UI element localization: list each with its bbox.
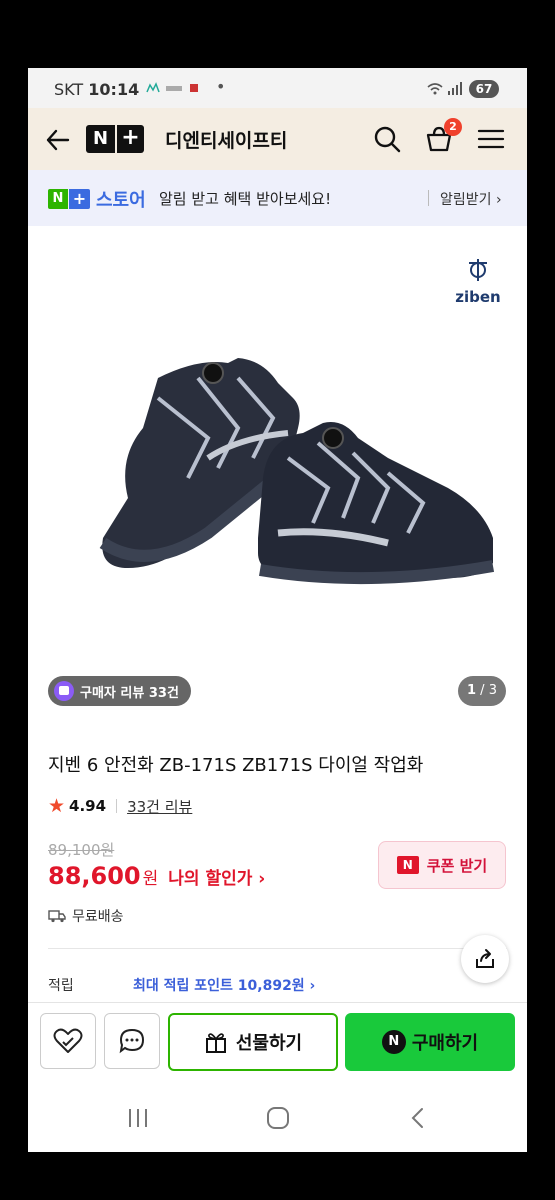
page-separator: /: [476, 683, 489, 698]
nplus-store-logo: N +: [48, 189, 90, 209]
back-button[interactable]: [44, 126, 72, 154]
rating-separator: [116, 799, 118, 813]
coupon-label: 쿠폰 받기: [426, 856, 488, 875]
heart-icon: [53, 1028, 83, 1053]
truck-icon: [48, 910, 66, 923]
sale-price-row: 88,600 원 나의 할인가 ›: [48, 862, 265, 890]
notify-subscribe-link[interactable]: 알림받기 ›: [440, 189, 502, 209]
chevron-left-icon: [411, 1108, 423, 1128]
review-count-link[interactable]: 33건 리뷰: [127, 796, 192, 817]
purchase-action-bar: 선물하기 N 구매하기: [28, 1002, 527, 1083]
recent-apps-button[interactable]: [118, 1104, 158, 1132]
wifi-signal-icon: [427, 82, 462, 95]
product-title: 지벤 6 안전화 ZB-171S ZB171S 다이얼 작업화: [48, 755, 424, 776]
back-arrow-icon: [46, 129, 70, 151]
np-logo-plus: +: [69, 189, 90, 209]
status-bar: SKT 10:14 • 67: [28, 68, 527, 108]
review-chip-label: 구매자 리뷰 33건: [80, 685, 179, 701]
brand-mark-icon: [453, 258, 503, 288]
menu-icon: [477, 129, 505, 149]
delivery-info: 무료배송: [48, 906, 124, 926]
star-icon: ★: [48, 795, 66, 817]
store-header: N + 디엔티세이프티 2: [28, 108, 527, 170]
system-nav-bar: [28, 1084, 527, 1152]
wishlist-button[interactable]: [40, 1013, 96, 1069]
np-store-label: 스토어: [96, 190, 146, 211]
share-icon: [476, 949, 494, 968]
phone-screen: SKT 10:14 • 67 N + 디엔티세이프티 2 N + 스토어 알림 …: [28, 68, 527, 1152]
np-logo-n: N: [48, 189, 68, 209]
notify-message: 알림 받고 혜택 받아보세요!: [159, 190, 332, 208]
delivery-label: 무료배송: [72, 909, 124, 925]
product-image-carousel[interactable]: ziben: [28, 228, 527, 698]
buy-label: 구매하기: [411, 1033, 479, 1054]
network-icons: [426, 82, 464, 99]
share-button[interactable]: [461, 935, 509, 983]
chat-icon: [119, 1028, 145, 1054]
original-price: 89,100원: [48, 841, 115, 859]
inquiry-chat-button[interactable]: [104, 1013, 160, 1069]
cart-count-badge: 2: [444, 118, 462, 136]
notify-separator: [428, 190, 429, 206]
brand-logo: ziben: [453, 258, 503, 306]
store-name[interactable]: 디엔티세이프티: [165, 126, 287, 153]
buy-now-button[interactable]: N 구매하기: [345, 1013, 515, 1071]
battery-indicator: 67: [469, 80, 499, 98]
naver-pay-icon: N: [381, 1030, 406, 1054]
status-carrier-time: SKT 10:14: [54, 80, 139, 99]
search-icon: [374, 126, 401, 153]
page-total: 3: [488, 683, 497, 698]
my-discount-price-link[interactable]: 나의 할인가 ›: [168, 864, 265, 889]
home-icon: [267, 1107, 289, 1129]
review-chip-icon: [54, 681, 74, 701]
coupon-download-button[interactable]: N 쿠폰 받기: [378, 841, 506, 889]
home-button[interactable]: [258, 1104, 298, 1132]
carrier-label: SKT: [54, 80, 84, 99]
points-label: 적립: [48, 978, 74, 994]
rating-row: ★ 4.94 33건 리뷰: [48, 795, 192, 817]
system-back-button[interactable]: [398, 1104, 438, 1132]
gift-button[interactable]: 선물하기: [168, 1013, 338, 1071]
logo-plus: +: [115, 125, 144, 153]
notification-icons: [146, 82, 208, 97]
gift-label: 선물하기: [235, 1033, 303, 1054]
brand-name: ziben: [455, 288, 501, 306]
search-button[interactable]: [372, 124, 402, 154]
sale-price-unit: 원: [142, 869, 159, 889]
rating-score: 4.94: [69, 797, 107, 815]
sale-price: 88,600: [48, 862, 141, 890]
logo-n: N: [86, 125, 115, 153]
app-notification-icon: [146, 82, 198, 93]
notification-banner[interactable]: N + 스토어 알림 받고 혜택 받아보세요! 알림받기 ›: [28, 170, 527, 226]
menu-button[interactable]: [476, 124, 506, 154]
gift-icon: [205, 1033, 226, 1053]
buyer-review-chip[interactable]: 구매자 리뷰 33건: [48, 676, 191, 706]
naver-plus-logo[interactable]: N +: [86, 125, 144, 153]
clock: 10:14: [88, 80, 140, 99]
page-current: 1: [467, 683, 477, 698]
safety-shoes-image: [99, 358, 495, 585]
image-page-indicator: 1 / 3: [458, 676, 506, 706]
max-points-link[interactable]: 최대 적립 포인트 10,892원 ›: [133, 975, 315, 995]
coupon-n-icon: N: [396, 856, 419, 874]
section-divider: [48, 948, 507, 949]
status-dot: •: [216, 77, 226, 96]
recent-apps-icon: [129, 1109, 147, 1127]
